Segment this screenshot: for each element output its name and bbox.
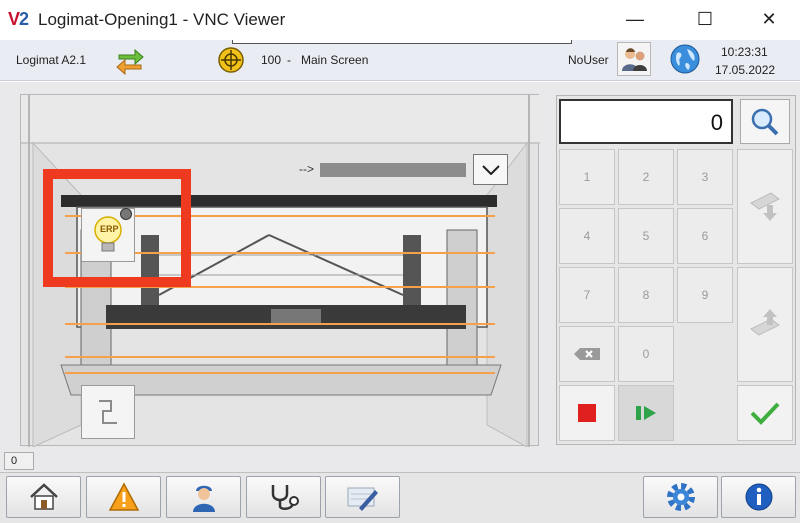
backspace-icon xyxy=(574,348,600,360)
vnc-logo: V2 xyxy=(8,9,29,29)
gear-icon xyxy=(666,483,695,511)
key-8[interactable]: 8 xyxy=(618,267,674,323)
settings-button[interactable] xyxy=(643,476,718,518)
key-9[interactable]: 9 xyxy=(677,267,733,323)
clock-date: 17.05.2022 xyxy=(715,63,776,77)
backspace-button[interactable] xyxy=(559,326,615,382)
operator-button[interactable] xyxy=(166,476,241,518)
play-icon xyxy=(636,406,656,420)
key-0[interactable]: 0 xyxy=(618,326,674,382)
transfer-arrows-icon[interactable] xyxy=(113,44,147,76)
storage-visualization: --> ERP xyxy=(20,94,540,448)
chevron-down-icon xyxy=(481,164,500,175)
stethoscope-icon xyxy=(271,485,299,510)
alarm-button[interactable] xyxy=(86,476,161,518)
screen-separator: - xyxy=(287,53,291,67)
info-button[interactable] xyxy=(721,476,796,518)
globe-icon[interactable] xyxy=(669,43,701,75)
status-field: 0 xyxy=(4,452,34,470)
key-3[interactable]: 3 xyxy=(677,149,733,205)
screen-indicator-frame xyxy=(232,40,572,44)
status-dot xyxy=(120,208,132,220)
key-1[interactable]: 1 xyxy=(559,149,615,205)
blueprint-tool-icon xyxy=(347,487,378,511)
users-icon[interactable] xyxy=(617,42,651,76)
tray-up-button[interactable] xyxy=(737,267,793,382)
magnifier-icon xyxy=(751,108,779,135)
screen-name: Main Screen xyxy=(301,53,369,67)
current-user: NoUser xyxy=(568,53,609,67)
erp-label: ERP xyxy=(100,224,119,234)
vnc-title-bar: V2 Logimat-Opening1 - VNC Viewer — ☐ ✕ xyxy=(0,0,800,40)
screen-number: 100 xyxy=(261,53,282,67)
step-icon xyxy=(99,400,117,424)
arrow-label: --> xyxy=(299,162,314,176)
tray-up-icon xyxy=(750,308,780,336)
checkmark-icon xyxy=(750,402,780,425)
clock-time: 10:23:31 xyxy=(721,45,768,59)
quantity-display[interactable]: 0 xyxy=(559,99,733,144)
target-icon[interactable] xyxy=(217,46,245,74)
tray-down-icon xyxy=(750,191,780,221)
warning-icon xyxy=(108,482,139,511)
confirm-button[interactable] xyxy=(737,385,793,441)
key-6[interactable]: 6 xyxy=(677,208,733,264)
key-2[interactable]: 2 xyxy=(618,149,674,205)
home-button[interactable] xyxy=(6,476,81,518)
position-bar xyxy=(320,163,466,177)
stop-button[interactable] xyxy=(559,385,615,441)
dropdown-button[interactable] xyxy=(473,154,508,185)
window-title: Logimat-Opening1 - VNC Viewer xyxy=(38,10,286,29)
close-button[interactable]: ✕ xyxy=(752,6,786,32)
stop-icon xyxy=(578,404,596,422)
key-5[interactable]: 5 xyxy=(618,208,674,264)
maximize-button[interactable]: ☐ xyxy=(688,6,722,32)
start-button[interactable] xyxy=(618,385,674,441)
key-4[interactable]: 4 xyxy=(559,208,615,264)
tray-down-button[interactable] xyxy=(737,149,793,264)
minimize-button[interactable]: — xyxy=(618,6,652,32)
operator-icon xyxy=(192,485,215,512)
maintenance-button[interactable] xyxy=(325,476,400,518)
search-button[interactable] xyxy=(740,99,790,144)
diagnostics-button[interactable] xyxy=(246,476,321,518)
app-header: Logimat A2.1 100 - Main Screen NoUser 10… xyxy=(0,40,800,81)
device-name: Logimat A2.1 xyxy=(16,53,87,67)
lightbulb-icon xyxy=(94,216,122,252)
info-icon xyxy=(745,483,772,511)
home-icon xyxy=(29,483,58,510)
key-7[interactable]: 7 xyxy=(559,267,615,323)
tray-position-button[interactable] xyxy=(81,385,135,439)
